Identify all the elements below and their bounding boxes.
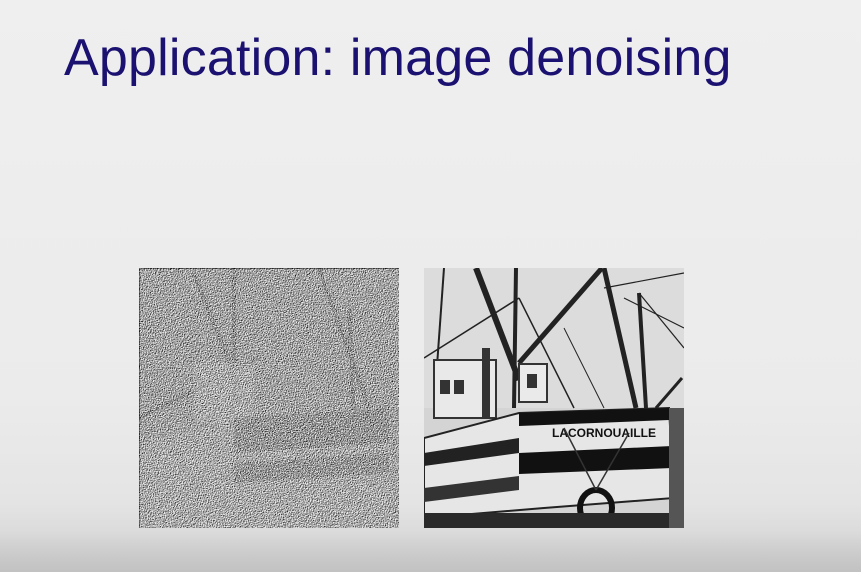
clean-boat-icon: LACORNOUAILLE <box>424 268 684 528</box>
boat-name-text: LACORNOUAILLE <box>552 426 656 440</box>
clean-image: LACORNOUAILLE <box>424 268 684 528</box>
bottom-shadow <box>0 532 861 572</box>
noisy-boat-icon <box>139 268 399 528</box>
noisy-image <box>139 268 399 528</box>
slide: Application: image denoising LACORNOUAIL… <box>0 0 861 572</box>
slide-title: Application: image denoising <box>64 29 732 87</box>
